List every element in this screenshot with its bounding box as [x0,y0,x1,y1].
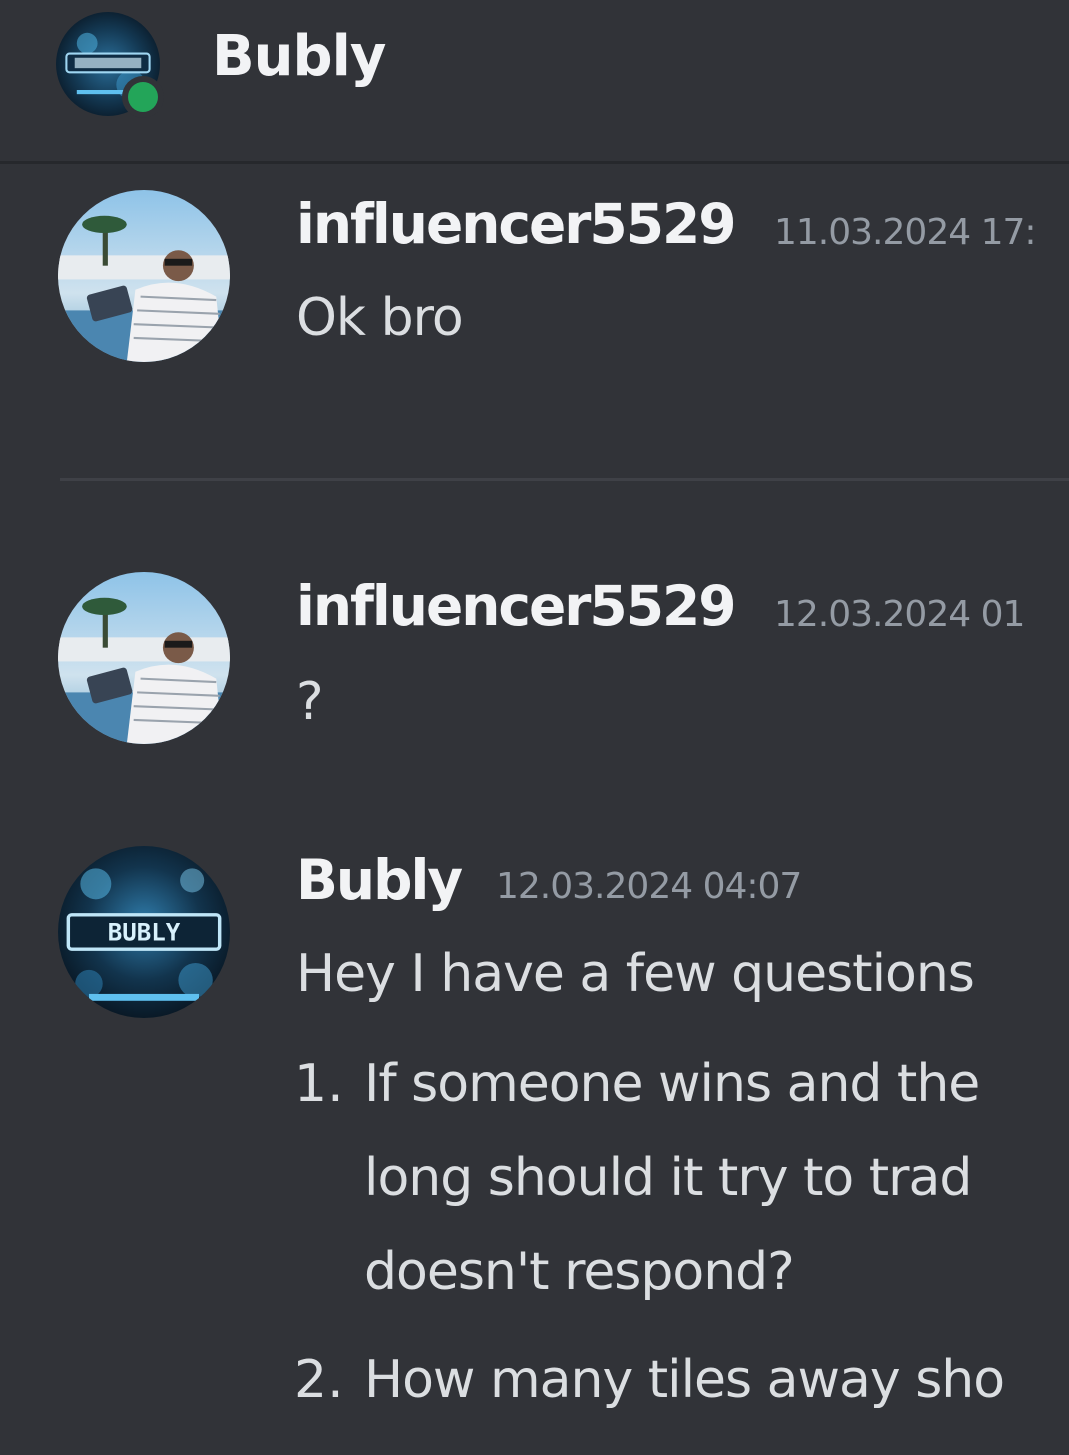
channel-title: Bubly [212,24,386,89]
message-timestamp: 12.03.2024 04:07 [496,866,802,907]
message-author[interactable]: influencer5529 [296,574,737,638]
message-author[interactable]: Bubly [296,848,463,912]
list-number: 2. [294,1350,344,1410]
svg-text:BUBLY: BUBLY [108,919,181,947]
list-item-line: How many tiles away sho [364,1350,1005,1410]
message-author[interactable]: influencer5529 [296,192,737,256]
message-divider [60,478,1069,481]
message-text: ? [296,672,324,732]
online-status-icon [122,76,164,118]
discord-dm-view: Bubly influencer5529 11.03.2024 17: Ok b… [0,0,1069,1455]
user-photo-avatar-icon[interactable] [58,572,230,744]
message-text: Ok bro [296,288,464,348]
bubly-avatar-icon[interactable]: BUBLY [58,846,230,1018]
message-timestamp: 11.03.2024 17: [774,212,1037,253]
list-item-line: If someone wins and the [364,1054,980,1114]
message-text: Hey I have a few questions [296,944,975,1004]
channel-header: Bubly [0,0,1069,164]
list-number: 1. [294,1054,344,1114]
user-photo-avatar-icon[interactable] [58,190,230,362]
list-item-line: doesn't respond? [364,1242,795,1302]
message-timestamp: 12.03.2024 01 [774,594,1025,635]
list-item-line: long should it try to trad [364,1148,972,1208]
